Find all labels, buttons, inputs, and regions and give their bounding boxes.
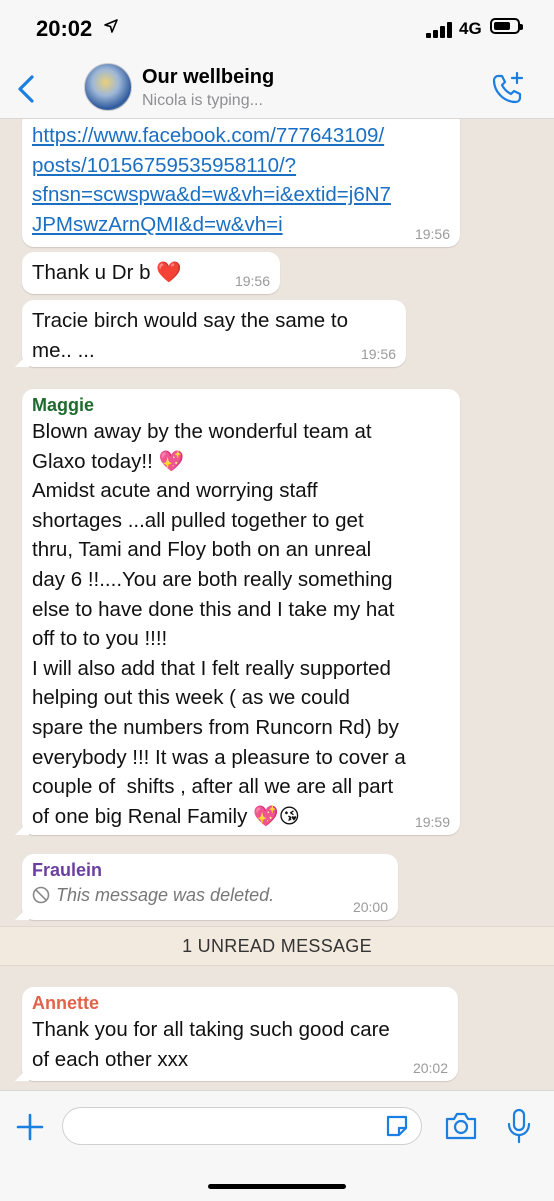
chat-area[interactable]: https://www.facebook.com/777643109/ post… [0, 119, 554, 1090]
message-text: Blown away by the wonderful team at Glax… [32, 420, 406, 828]
status-bar: 20:02 4G [0, 0, 554, 60]
battery-icon [490, 18, 523, 34]
sender-name[interactable]: Maggie [32, 393, 450, 417]
message-time: 19:59 [414, 814, 450, 830]
message-time: 20:02 [412, 1060, 448, 1076]
signal-icon [426, 22, 456, 38]
deleted-message: This message was deleted. [32, 882, 388, 908]
message-input-bar [0, 1090, 554, 1201]
sender-name[interactable]: Annette [32, 991, 448, 1015]
network-type: 4G [459, 19, 482, 38]
message-link[interactable]: https://www.facebook.com/777643109/ post… [32, 121, 450, 239]
message-time: 19:56 [414, 226, 450, 242]
group-name[interactable]: Our wellbeing [142, 66, 274, 89]
message-bubble[interactable]: Thank u Dr b ❤️ 19:56 [22, 252, 280, 294]
microphone-icon[interactable] [506, 1108, 532, 1144]
home-indicator [208, 1184, 346, 1189]
message-bubble[interactable]: Annette Thank you for all taking such go… [15, 987, 458, 1081]
unread-messages-banner: 1 UNREAD MESSAGE [0, 926, 554, 966]
chat-header: Our wellbeing Nicola is typing... [0, 60, 554, 119]
sender-name[interactable]: Fraulein [32, 858, 388, 882]
message-time: 19:56 [360, 346, 396, 362]
deleted-text: This message was deleted. [56, 885, 275, 905]
message-text: Tracie birch would say the same to me.. … [32, 309, 348, 362]
camera-icon[interactable] [444, 1111, 478, 1141]
message-bubble[interactable]: Maggie Blown away by the wonderful team … [15, 389, 460, 835]
message-bubble[interactable]: Tracie birch would say the same to me.. … [15, 300, 406, 367]
message-bubble[interactable]: Fraulein This message was deleted. 20:00 [15, 854, 398, 920]
typing-status: Nicola is typing... [142, 92, 263, 109]
status-time: 20:02 [36, 16, 93, 41]
sticker-icon[interactable] [384, 1113, 410, 1139]
message-bubble[interactable]: https://www.facebook.com/777643109/ post… [22, 119, 460, 247]
message-input[interactable] [62, 1107, 422, 1145]
message-text: Thank you for all taking such good care … [32, 1018, 390, 1071]
message-time: 19:56 [234, 273, 270, 289]
location-arrow-icon [104, 19, 118, 33]
message-time: 20:00 [352, 899, 388, 915]
plus-icon[interactable] [14, 1111, 46, 1143]
add-call-icon[interactable] [490, 70, 526, 106]
deleted-icon [32, 886, 50, 904]
back-chevron-icon[interactable] [12, 72, 42, 106]
group-avatar[interactable] [84, 63, 132, 111]
